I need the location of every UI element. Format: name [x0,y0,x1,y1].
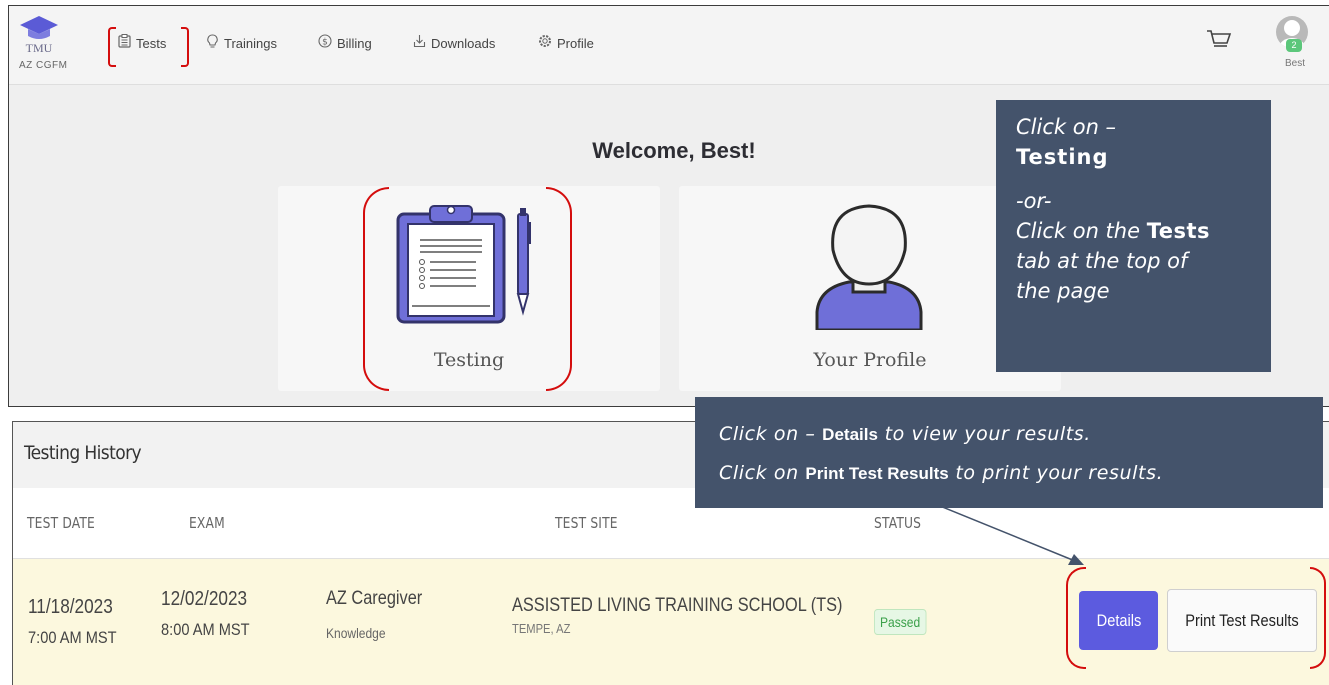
dollar-icon: $ [318,34,332,51]
nav-tab-downloads[interactable]: Downloads [412,34,495,51]
notification-badge: 2 [1286,39,1302,52]
test-date: 11/18/2023 [28,596,113,618]
nav-label-trainings: Trainings [224,36,277,51]
cart-icon[interactable] [1206,28,1232,57]
callout-emphasis: Testing [1016,145,1109,169]
callout-emphasis: Details [822,425,878,444]
highlight-bracket-right [546,187,572,391]
lightbulb-icon [205,34,219,51]
testing-card[interactable]: Testing [278,186,660,391]
test-time: 7:00 AM MST [28,628,117,647]
details-button-label: Details [1096,611,1141,630]
card-label-testing: Testing [433,349,505,371]
nav-label-billing: Billing [337,36,372,51]
highlight-bracket-left [108,27,116,67]
highlight-bracket-right [181,27,189,67]
highlight-bracket-left [363,187,389,391]
print-button-label: Print Test Results [1185,611,1299,630]
clipboard-pen-icon [396,205,531,324]
org-name: AZ CGFM [19,60,68,71]
clipboard-icon [117,34,131,51]
nav-label-tests: Tests [136,36,167,51]
nav-tab-billing[interactable]: $ Billing [318,34,372,51]
details-button[interactable]: Details [1079,591,1158,650]
logo[interactable]: TMU AZ CGFM [19,14,79,74]
exam-time: 8:00 AM MST [161,620,250,639]
callout-text: -or- [1016,189,1052,213]
exam-name: AZ Caregiver [326,588,423,609]
column-header-test-site: TEST SITE [555,514,618,532]
callout-text: Click on – [719,423,816,445]
column-header-exam: EXAM [189,514,225,532]
print-test-results-button[interactable]: Print Test Results [1167,589,1317,652]
callout-text: to print your results. [955,462,1164,484]
person-icon [815,204,923,330]
column-header-status: STATUS [874,514,922,532]
nav-tab-tests[interactable]: Tests [117,34,166,51]
nav-label-downloads: Downloads [431,36,496,51]
history-title: Testing History [24,442,142,464]
gear-icon [538,34,552,51]
logo-text: TMU [25,41,53,55]
instruction-callout-results: Click on – Details to view your results.… [695,397,1323,508]
nav-label-profile: Profile [557,36,594,51]
svg-text:$: $ [322,38,328,48]
callout-emphasis: Tests [1146,219,1211,243]
highlight-bracket-left [1066,567,1086,669]
callout-text: Click on [719,462,799,484]
navbar: TMU AZ CGFM Tests Trainings $ Billing Do… [9,6,1329,85]
site-name: ASSISTED LIVING TRAINING SCHOOL (TS) [512,595,843,616]
column-header-test-date: TEST DATE [27,514,95,532]
callout-text: the page [1016,279,1110,303]
graduation-cap-icon [20,16,58,39]
callout-text: Click on – [1016,115,1117,139]
exam-type: Knowledge [326,625,386,641]
nav-tab-trainings[interactable]: Trainings [205,34,277,51]
status-badge: Passed [874,609,927,635]
exam-date: 12/02/2023 [161,588,248,610]
highlight-bracket-right [1310,567,1326,669]
download-icon [412,34,426,51]
callout-text: tab at the top of [1016,249,1188,273]
site-location: TEMPE, AZ [512,621,571,636]
instruction-callout-testing: Click on – Testing -or- Click on the Tes… [996,100,1271,372]
callout-text: to view your results. [884,423,1091,445]
nav-tab-profile[interactable]: Profile [538,34,594,51]
user-name: Best [1284,58,1305,69]
callout-text: Click on the [1016,219,1141,243]
callout-emphasis: Print Test Results [805,464,949,483]
